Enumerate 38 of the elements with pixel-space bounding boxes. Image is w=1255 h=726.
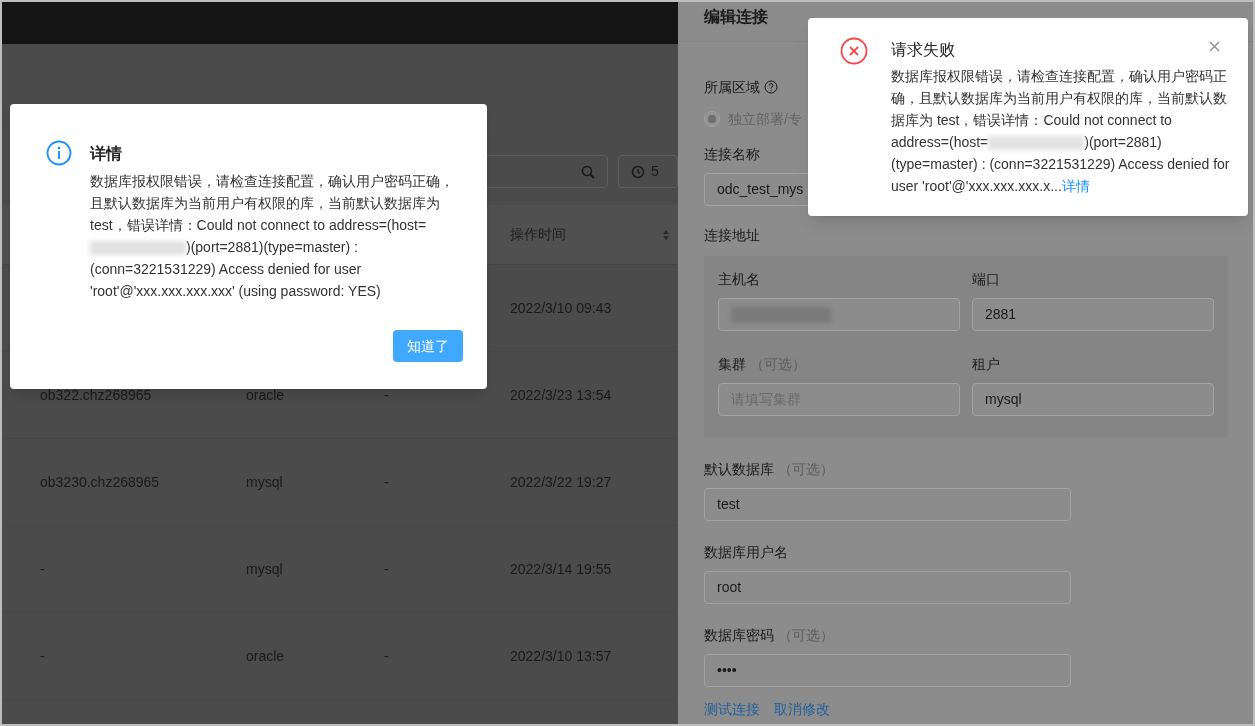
clock-icon [631, 164, 645, 179]
table-cell-text: - [384, 472, 390, 492]
sort-icon[interactable] [662, 228, 670, 241]
dialog-title: 详情 [90, 144, 123, 164]
table-cell-text: - [40, 646, 46, 666]
table-cell-text: - [384, 559, 390, 579]
field-label: 租户 [972, 354, 1000, 374]
field-label: 集群 [718, 354, 746, 374]
input-field[interactable] [718, 298, 960, 331]
field-label: 数据库密码 [704, 625, 774, 645]
table-cell-text: - [384, 385, 390, 405]
table-cell-text: - [40, 559, 46, 579]
field-label: 连接名称 [704, 144, 760, 164]
input-field[interactable]: 2881 [972, 298, 1214, 331]
field-label: 数据库用户名 [704, 542, 788, 562]
input-field[interactable]: root [704, 571, 1071, 604]
notification-message: 数据库报权限错误，请检查连接配置，确认用户密码正确，且默认数据库为当前用户有权限的库，当前默认数据库为 test，错误详情：Could not connect to address=(host= )(port=2881) (type=master) : (conn=3221531229) Access denied for user 'root'@'xxx.xxx.xxx.x...详情 [891, 67, 1231, 196]
search-icon [581, 164, 595, 179]
field-label: 连接地址 [704, 225, 760, 245]
error-icon [840, 37, 868, 65]
notification-title: 请求失败 [891, 40, 955, 60]
drawer-title: 编辑连接 [704, 7, 768, 27]
field-label: 主机名 [718, 269, 760, 289]
help-icon[interactable] [764, 80, 778, 94]
field-label: 端口 [972, 269, 1000, 289]
ok-button[interactable]: 知道了 [393, 330, 463, 362]
close-icon[interactable] [1209, 41, 1220, 52]
field-label: 默认数据库 [704, 459, 774, 479]
field-label: 所属区域 [704, 77, 760, 97]
input-field[interactable]: •••• [704, 654, 1071, 687]
info-icon [46, 140, 72, 166]
input-field[interactable]: mysql [972, 383, 1214, 416]
table-cell-text: - [384, 646, 390, 666]
details-link[interactable]: 详情 [1061, 178, 1090, 194]
input-field[interactable]: test [704, 488, 1071, 521]
link[interactable]: 取消修改 [774, 699, 830, 720]
dialog-message: 数据库报权限错误，请检查连接配置，确认用户密码正确，且默认数据库为当前用户有权限的库，当前默认数据库为 test，错误详情：Could not connect to address=(host= )(port=2881)(type=master) : (conn=3221531229) Access denied for user 'root'@'xxx.xxx.xxx.xxx' (using password: YES) [90, 172, 455, 301]
link[interactable]: 测试连接 [704, 699, 760, 720]
